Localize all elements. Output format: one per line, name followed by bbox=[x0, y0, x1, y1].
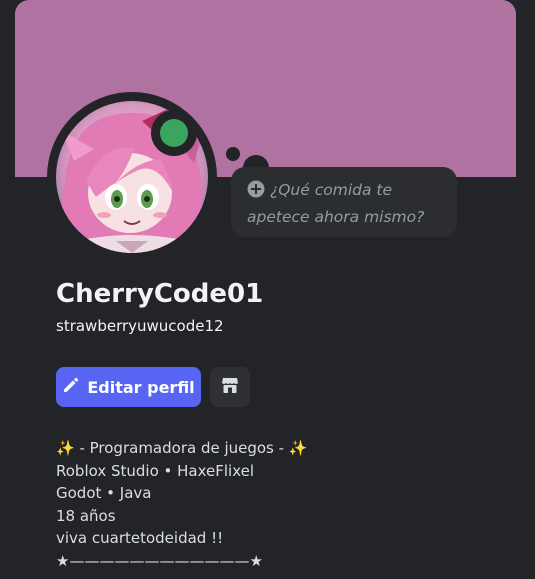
profile-card: ¿Qué comida te apetece ahora mismo? Cher… bbox=[15, 0, 516, 579]
bio-line: viva cuartetodeidad !! bbox=[56, 529, 224, 547]
online-status-dot bbox=[160, 119, 188, 147]
status-prompt-line1: ¿Qué comida te bbox=[270, 181, 393, 199]
bio-line: ★————————————★ bbox=[56, 551, 263, 570]
username: strawberryuwucode12 bbox=[56, 317, 224, 335]
pencil-icon bbox=[62, 376, 80, 398]
sparkles-icon: ✨ bbox=[56, 439, 75, 457]
status-prompt-line2: apetece ahora mismo? bbox=[247, 208, 425, 226]
sparkles-icon: ✨ bbox=[288, 439, 308, 457]
bio-line1-text: - Programadora de juegos - bbox=[74, 439, 289, 457]
edit-profile-button[interactable]: Editar perfil bbox=[56, 367, 201, 407]
bio-line: Godot • Java bbox=[56, 484, 152, 502]
bio-line: ✨ - Programadora de juegos - ✨ bbox=[56, 437, 496, 460]
bio-line: Roblox Studio • HaxeFlixel bbox=[56, 461, 255, 480]
status-indicator[interactable] bbox=[151, 110, 197, 156]
shop-button[interactable] bbox=[210, 367, 250, 407]
edit-profile-label: Editar perfil bbox=[87, 377, 195, 397]
bio-line: 18 años bbox=[56, 506, 116, 525]
shop-icon bbox=[221, 376, 239, 398]
bio: ✨ - Programadora de juegos - ✨ Roblox St… bbox=[56, 437, 496, 572]
thought-bubble-dot-small bbox=[226, 147, 240, 161]
custom-status-bubble[interactable]: ¿Qué comida te apetece ahora mismo? bbox=[231, 167, 457, 237]
display-name: CherryCode01 bbox=[56, 279, 264, 309]
plus-circle-icon bbox=[247, 180, 265, 205]
